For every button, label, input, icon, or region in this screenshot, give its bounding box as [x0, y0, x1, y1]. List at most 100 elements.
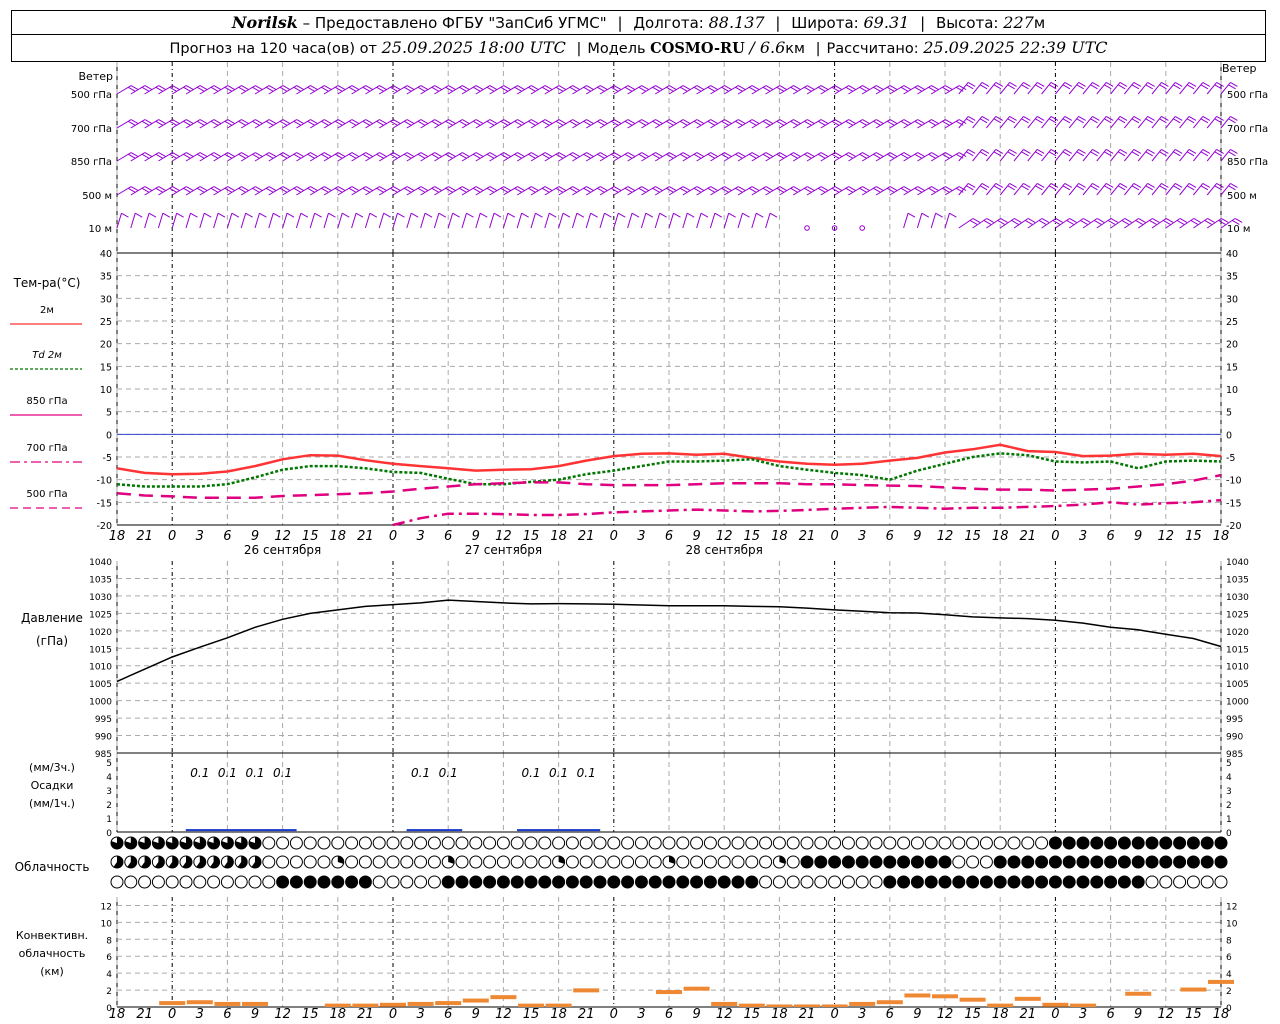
time-tick-label-bottom: 3 — [1079, 1007, 1087, 1022]
barb-feather — [1117, 118, 1126, 124]
barb-staff — [958, 218, 974, 229]
cloud-circle — [828, 875, 842, 889]
wind-barb — [1165, 149, 1183, 162]
barb-feather — [1036, 82, 1045, 87]
time-tick-label: 0 — [389, 529, 397, 544]
barb-feather — [1036, 116, 1045, 121]
wind-barbs-layer — [116, 82, 1243, 231]
cloud-circle — [524, 855, 538, 869]
cloud-cover-symbol — [386, 855, 400, 869]
barb-feather — [328, 212, 336, 218]
cloud-circle — [510, 855, 524, 869]
wind-level-label-right: 850 гПа — [1227, 157, 1268, 168]
barb-feather — [1105, 149, 1114, 154]
barb-staff — [1055, 149, 1066, 162]
barb-feather — [1117, 84, 1126, 90]
time-tick-label-bottom: 18 — [992, 1007, 1009, 1022]
barb-staff — [1027, 183, 1038, 196]
barb-feather — [1188, 82, 1197, 87]
cloud-circle — [897, 875, 911, 889]
cloud-cover-symbol — [621, 855, 635, 869]
pressure-ytick: 1025 — [89, 610, 112, 620]
cloud-circle — [1104, 836, 1118, 850]
barb-staff — [1165, 82, 1176, 95]
cloud-circle — [979, 875, 993, 889]
wind-barb — [544, 212, 557, 229]
barb-feather — [687, 212, 695, 218]
wind-barb — [1027, 116, 1045, 129]
cloud-cover-symbol — [855, 855, 869, 869]
time-tick-label-bottom: 21 — [1020, 1007, 1037, 1022]
cloud-circle — [524, 836, 538, 850]
wind-barb — [530, 212, 543, 229]
cloud-cover-symbol — [883, 855, 897, 869]
cloud-cover-symbol — [138, 836, 152, 850]
cloud-cover-symbol — [703, 875, 717, 889]
cloud-circle — [800, 855, 814, 869]
conv-ytick-right: 2 — [1226, 987, 1232, 997]
barb-feather — [1234, 218, 1243, 223]
cloud-cover-symbol — [814, 836, 828, 850]
time-tick-label: 21 — [357, 529, 374, 544]
conv-label-1: Конвективн. — [16, 929, 88, 942]
legend-label: 500 гПа — [26, 489, 67, 500]
precip-bar — [572, 829, 601, 832]
cloud-circle — [938, 855, 952, 869]
temp-ytick: 40 — [100, 249, 112, 260]
barb-staff — [1124, 82, 1135, 95]
cloud-circle — [386, 855, 400, 869]
cloud-circle — [538, 875, 552, 889]
cloud-cover-symbol — [731, 875, 745, 889]
barb-feather — [1035, 185, 1043, 191]
barb-feather — [1092, 149, 1100, 154]
wind-barb — [1068, 116, 1086, 129]
precip-ytick-right: 2 — [1226, 801, 1232, 811]
wind-barb — [682, 212, 695, 229]
barb-feather — [1230, 149, 1238, 154]
temp-ytick: 25 — [100, 317, 112, 328]
wind-barb — [254, 212, 267, 229]
conv-ytick: 6 — [106, 953, 112, 963]
cloud-cover-symbol — [883, 875, 897, 889]
cloud-circle — [621, 875, 635, 889]
barb-feather — [1000, 218, 1008, 223]
time-tick-label-bottom: 9 — [1134, 1007, 1142, 1022]
barb-feather — [1200, 151, 1209, 157]
barb-staff — [958, 82, 969, 95]
barb-feather — [1090, 118, 1098, 124]
barb-feather — [1216, 116, 1224, 121]
barb-staff — [558, 213, 564, 229]
barb-staff — [1027, 116, 1038, 129]
barb-staff — [516, 213, 523, 229]
barb-staff — [1096, 149, 1107, 162]
calc-value: 25.09.2025 22:39 UTC — [923, 38, 1108, 57]
cloud-cover-symbol — [1035, 855, 1049, 869]
time-tick-label-bottom: 6 — [665, 1007, 673, 1022]
cloud-circle — [814, 836, 828, 850]
conv-label-2: облачность — [19, 947, 86, 960]
cloud-cover-symbol — [1035, 836, 1049, 850]
cloud-cover-symbol — [110, 875, 124, 889]
wind-barb — [613, 212, 626, 229]
cloud-circle — [262, 836, 276, 850]
cloud-circle — [1131, 855, 1145, 869]
wind-barb — [1151, 149, 1169, 162]
cloud-circle — [993, 836, 1007, 850]
barb-feather — [1050, 149, 1059, 154]
wind-barb — [930, 212, 943, 229]
barb-staff — [309, 213, 316, 229]
barb-feather — [369, 212, 378, 218]
barb-staff — [295, 213, 302, 229]
wind-barb — [337, 212, 350, 229]
barb-staff — [447, 213, 454, 229]
barb-feather — [535, 212, 543, 218]
time-tick-label-bottom: 21 — [357, 1007, 374, 1022]
cloud-circle — [1104, 875, 1118, 889]
barb-staff — [1165, 183, 1176, 196]
wind-barb — [1179, 183, 1197, 196]
model-name: COSMO-RU — [650, 40, 745, 57]
barb-feather — [1161, 82, 1169, 87]
pressure-ytick: 990 — [95, 733, 112, 743]
barb-feather — [966, 118, 974, 124]
cloud-circle — [1062, 836, 1076, 850]
